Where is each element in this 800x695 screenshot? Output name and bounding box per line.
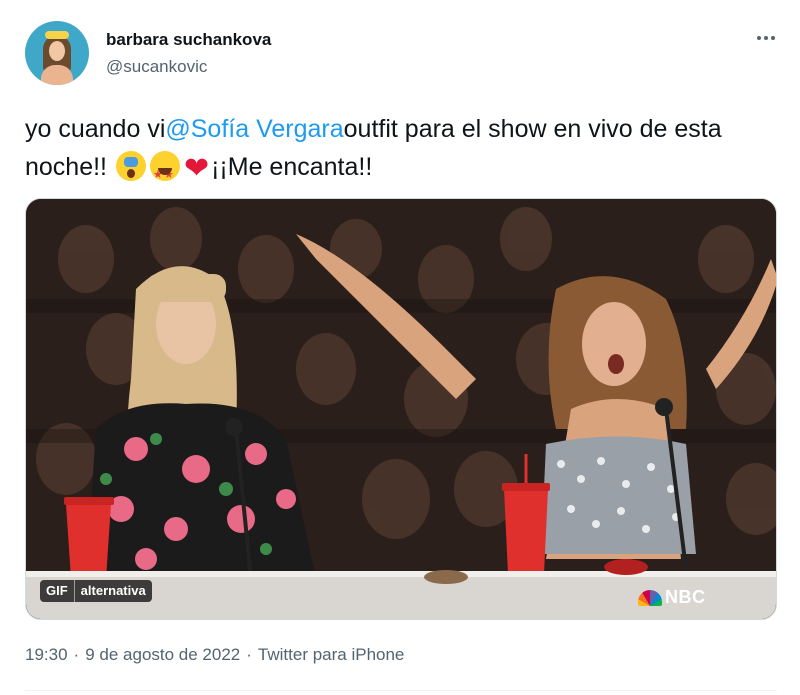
gif-label: GIF (40, 580, 75, 602)
gif-frame-illustration (26, 199, 776, 619)
tweet-date[interactable]: 9 de agosto de 2022 (85, 645, 240, 665)
nbc-logo: NBC (638, 587, 706, 608)
user-handle[interactable]: @sucankovic (106, 57, 207, 77)
tweet: barbara suchankova @sucankovic yo cuando… (0, 0, 800, 695)
divider (25, 690, 777, 691)
gif-badge: GIF alternativa (40, 580, 152, 602)
tweet-metadata: 19:30 · 9 de agosto de 2022 · Twitter pa… (25, 645, 404, 665)
tweet-source[interactable]: Twitter para iPhone (258, 645, 404, 665)
alt-text-button[interactable]: alternativa (74, 580, 152, 602)
nbc-logo-text: NBC (665, 587, 706, 607)
avatar-face (49, 41, 65, 61)
tweet-text-part: yo cuando vi (25, 115, 166, 143)
avatar-crown (45, 31, 69, 39)
tweet-text: yo cuando vi@Sofía Vergaraoutfit para el… (25, 110, 775, 194)
mention-link[interactable]: @Sofía Vergara (165, 115, 343, 143)
meta-separator: · (246, 645, 252, 664)
meta-separator: · (73, 645, 80, 664)
tweet-time[interactable]: 19:30 (25, 645, 68, 665)
gif-media[interactable]: GIF alternativa NBC (25, 198, 777, 620)
peacock-icon (638, 589, 662, 606)
face-screaming-icon (115, 151, 146, 181)
avatar-body (41, 65, 73, 85)
display-name[interactable]: barbara suchankova (106, 30, 271, 50)
more-options-icon[interactable] (752, 26, 780, 50)
tweet-text-part: ¡¡Me encanta!! (211, 153, 373, 181)
red-heart-icon: ❤ (183, 152, 210, 185)
star-struck-icon (149, 151, 180, 194)
avatar[interactable] (25, 21, 89, 85)
